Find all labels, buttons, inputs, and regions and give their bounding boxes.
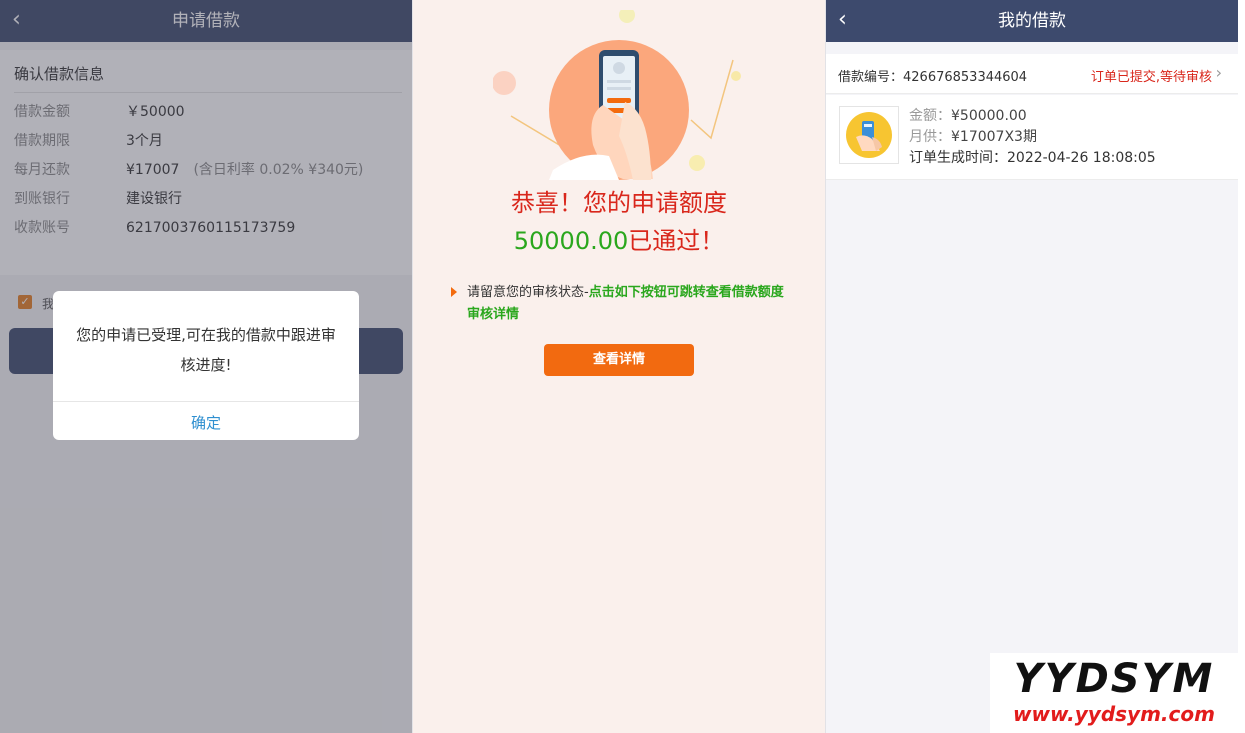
amount-row: 金额：¥50000.00 bbox=[909, 106, 1027, 126]
dialog-message: 您的申请已受理,可在我的借款中跟进审核进度! bbox=[76, 326, 336, 374]
created-label: 订单生成时间： bbox=[909, 150, 1007, 166]
phone-hand-illustration bbox=[493, 10, 741, 180]
monthly-value: ¥17007X3期 bbox=[951, 129, 1037, 145]
order-header[interactable]: 借款编号：426676853344604 订单已提交,等待审核 › bbox=[826, 54, 1238, 94]
approved-amount-line: 50000.00已通过！ bbox=[413, 226, 825, 256]
tip-prefix: 请留意您的审核状态- bbox=[467, 285, 589, 300]
created-row: 订单生成时间：2022-04-26 18:08:05 bbox=[909, 148, 1156, 168]
dialog-ok-button[interactable]: 确定 bbox=[53, 412, 359, 433]
dialog-divider bbox=[53, 401, 359, 402]
created-value: 2022-04-26 18:08:05 bbox=[1007, 150, 1156, 166]
order-number-value: 426676853344604 bbox=[903, 70, 1028, 85]
triangle-bullet-icon bbox=[451, 287, 457, 297]
tip-text: 请留意您的审核状态-点击如下按钮可跳转查看借款额度审核详情 bbox=[467, 282, 791, 326]
amount-value: ¥50000.00 bbox=[951, 108, 1027, 124]
amount-label: 金额： bbox=[909, 108, 951, 124]
watermark-logo: YYDSYM www.yydsym.com bbox=[990, 653, 1238, 733]
navbar: ‹ 我的借款 bbox=[826, 0, 1238, 42]
order-status: 订单已提交,等待审核 bbox=[1090, 70, 1212, 85]
card-in-hand-icon bbox=[846, 112, 892, 158]
congrats-heading: 恭喜！您的申请额度 bbox=[511, 189, 727, 217]
monthly-row: 月供：¥17007X3期 bbox=[909, 127, 1037, 147]
view-details-button[interactable]: 查看详情 bbox=[544, 344, 694, 376]
monthly-label: 月供： bbox=[909, 129, 951, 145]
page-title: 我的借款 bbox=[998, 11, 1066, 31]
my-loans-screen: ‹ 我的借款 借款编号：426676853344604 订单已提交,等待审核 ›… bbox=[826, 0, 1238, 733]
approval-screen: 恭喜！您的申请额度 50000.00已通过！ 请留意您的审核状态-点击如下按钮可… bbox=[413, 0, 825, 733]
accepted-dialog: 您的申请已受理,可在我的借款中跟进审核进度! 确定 bbox=[53, 291, 359, 440]
approved-amount: 50000.00 bbox=[513, 227, 629, 255]
approved-suffix: 已通过！ bbox=[628, 227, 725, 255]
order-number: 借款编号：426676853344604 bbox=[838, 66, 1027, 85]
watermark-url: www.yydsym.com bbox=[1013, 702, 1215, 726]
order-number-label: 借款编号： bbox=[838, 70, 904, 85]
watermark-brand: YYDSYM bbox=[1013, 656, 1215, 702]
chevron-right-icon: › bbox=[1215, 63, 1222, 82]
loan-thumbnail bbox=[839, 106, 899, 164]
apply-loan-screen: ‹ 申请借款 确认借款信息 借款金额 ￥50000 借款期限 3个月 每月还款 … bbox=[0, 0, 412, 733]
order-card[interactable]: 金额：¥50000.00 月供：¥17007X3期 订单生成时间：2022-04… bbox=[826, 95, 1238, 180]
